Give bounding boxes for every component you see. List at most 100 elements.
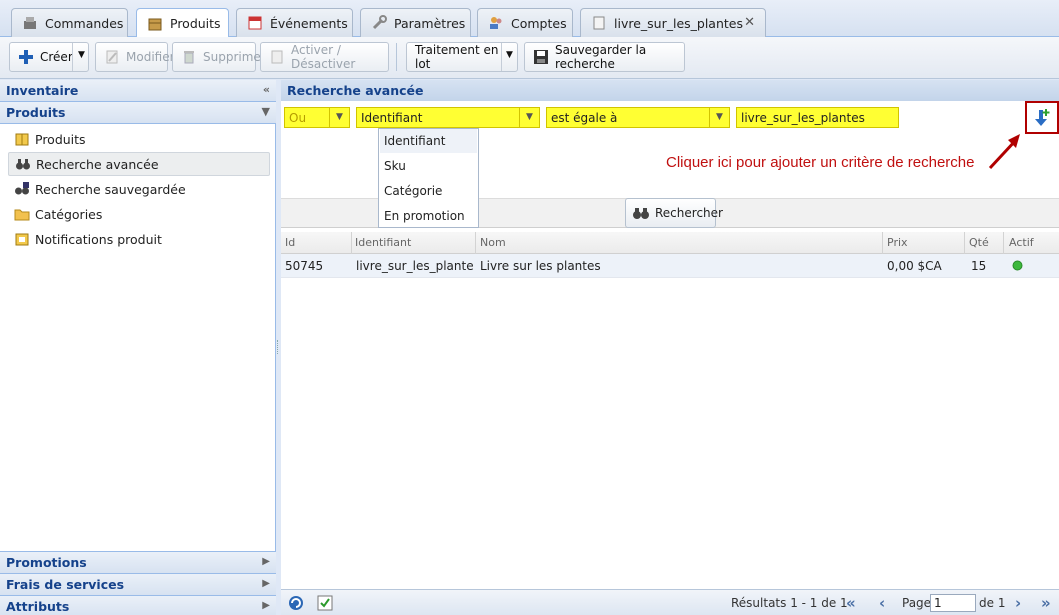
annotation-text: Cliquer ici pour ajouter un critère de r… bbox=[666, 154, 975, 171]
tab-label: Paramètres bbox=[394, 15, 466, 31]
operator-select[interactable]: est égale à ▼ bbox=[546, 107, 730, 128]
saved-search-icon bbox=[14, 181, 30, 197]
toggle-label: Activer / Désactiver bbox=[291, 43, 356, 71]
first-page-icon[interactable]: « bbox=[846, 594, 856, 612]
collapse-left-icon[interactable]: « bbox=[263, 83, 270, 96]
table-row[interactable]: 50745 livre_sur_les_plantes Livre sur le… bbox=[281, 254, 1059, 278]
results-count: Résultats 1 - 1 de 1 bbox=[731, 596, 848, 610]
logic-value: Ou bbox=[289, 111, 307, 125]
accordion-label: Frais de services bbox=[6, 577, 125, 592]
column-divider bbox=[882, 232, 883, 254]
product-icon bbox=[591, 15, 607, 31]
batch-label: Traitement en lot bbox=[415, 43, 499, 71]
tab-evenements[interactable]: Événements bbox=[236, 8, 353, 37]
modify-button[interactable]: Modifier bbox=[95, 42, 175, 72]
next-page-icon[interactable]: › bbox=[1015, 594, 1021, 612]
inventory-header[interactable]: Inventaire « bbox=[0, 80, 276, 102]
page-title: Recherche avancée bbox=[287, 83, 424, 98]
dropdown-option[interactable]: Identifiant bbox=[380, 129, 477, 153]
sidebar-item-produits[interactable]: Produits bbox=[8, 127, 270, 151]
chevron-down-icon[interactable]: ▼ bbox=[78, 50, 85, 60]
column-divider bbox=[351, 232, 352, 254]
sidebar-item-label: Catégories bbox=[35, 206, 103, 222]
left-panel: Inventaire « Produits ▼ Produits Recherc… bbox=[0, 80, 276, 615]
sidebar-item-categories[interactable]: Catégories bbox=[8, 202, 270, 226]
accordion-attributs[interactable]: Attributs ▶ bbox=[0, 595, 276, 615]
chevron-down-icon[interactable]: ▼ bbox=[709, 108, 729, 127]
sidebar-item-label: Recherche sauvegardée bbox=[35, 181, 186, 197]
products-section-header[interactable]: Produits ▼ bbox=[0, 102, 276, 124]
accordion-promotions[interactable]: Promotions ▶ bbox=[0, 551, 276, 573]
toggle-icon bbox=[269, 49, 285, 65]
products-section-title: Produits bbox=[6, 105, 66, 120]
column-header-identifiant[interactable]: Identifiant bbox=[355, 236, 411, 249]
cell-prix: 0,00 $CA bbox=[887, 259, 942, 273]
plus-icon bbox=[18, 49, 34, 65]
tab-commandes[interactable]: Commandes bbox=[11, 8, 128, 37]
box-icon bbox=[14, 131, 30, 147]
cell-nom: Livre sur les plantes bbox=[480, 259, 601, 273]
notification-icon bbox=[14, 231, 30, 247]
logic-select[interactable]: Ou ▼ bbox=[284, 107, 350, 128]
chevron-right-icon: ▶ bbox=[262, 556, 270, 567]
column-header-actif[interactable]: Actif bbox=[1009, 236, 1034, 249]
tab-produits[interactable]: Produits bbox=[136, 8, 229, 38]
tab-comptes[interactable]: Comptes bbox=[477, 8, 573, 37]
previous-page-icon[interactable]: ‹ bbox=[879, 594, 885, 612]
wrench-icon bbox=[371, 15, 387, 31]
close-icon[interactable]: ✕ bbox=[744, 15, 755, 30]
column-header-id[interactable]: Id bbox=[285, 236, 295, 249]
chevron-down-icon[interactable]: ▼ bbox=[262, 105, 270, 118]
accordion-frais-de-services[interactable]: Frais de services ▶ bbox=[0, 573, 276, 595]
chevron-down-icon[interactable]: ▼ bbox=[519, 108, 539, 127]
column-header-nom[interactable]: Nom bbox=[480, 236, 506, 249]
delete-button[interactable]: Supprimer bbox=[172, 42, 266, 72]
sidebar-item-label: Produits bbox=[35, 131, 86, 147]
panel-splitter[interactable] bbox=[277, 340, 280, 354]
add-criteria-button[interactable] bbox=[1025, 101, 1059, 134]
cell-id: 50745 bbox=[285, 259, 324, 273]
toolbar-separator bbox=[396, 43, 397, 71]
value-input[interactable]: livre_sur_les_plantes bbox=[736, 107, 899, 128]
edit-icon bbox=[104, 49, 120, 65]
tab-parametres[interactable]: Paramètres bbox=[360, 8, 471, 37]
create-label: Créer bbox=[40, 50, 73, 64]
accordion-label: Promotions bbox=[6, 555, 87, 570]
tab-livre-sur-les-plantes[interactable]: livre_sur_les_plantes ✕ bbox=[580, 8, 766, 37]
column-divider bbox=[475, 232, 476, 254]
sidebar-item-recherche-sauvegardee[interactable]: Recherche sauvegardée bbox=[8, 177, 270, 201]
field-dropdown-list: Identifiant Sku Catégorie En promotion bbox=[378, 128, 479, 228]
sidebar-item-notifications[interactable]: Notifications produit bbox=[8, 227, 270, 251]
dropdown-option[interactable]: En promotion bbox=[380, 204, 477, 228]
last-page-icon[interactable]: » bbox=[1041, 594, 1051, 612]
field-select[interactable]: Identifiant ▼ bbox=[356, 107, 540, 128]
chevron-right-icon: ▶ bbox=[262, 600, 270, 611]
search-button[interactable]: Rechercher bbox=[625, 198, 723, 228]
field-value: Identifiant bbox=[361, 111, 423, 125]
column-header-qte[interactable]: Qté bbox=[969, 236, 989, 249]
checklist-icon[interactable] bbox=[317, 595, 333, 614]
toolbar: Créer ▼ Modifier Supprimer Activer / Dés… bbox=[0, 37, 1059, 79]
column-header-prix[interactable]: Prix bbox=[887, 236, 908, 249]
page-number-input[interactable]: 1 bbox=[930, 594, 976, 612]
cell-identifiant: livre_sur_les_plantes bbox=[356, 259, 473, 273]
binoculars-icon bbox=[15, 156, 31, 172]
page-label: Page bbox=[902, 596, 932, 610]
register-icon bbox=[22, 15, 38, 31]
chevron-down-icon[interactable]: ▼ bbox=[329, 108, 349, 127]
tab-label: Commandes bbox=[45, 15, 124, 31]
batch-button[interactable]: Traitement en lot ▼ bbox=[406, 42, 518, 72]
save-search-button[interactable]: Sauvegarder la recherche bbox=[524, 42, 685, 72]
trash-icon bbox=[181, 49, 197, 65]
dropdown-option[interactable]: Sku bbox=[380, 154, 477, 178]
modify-label: Modifier bbox=[126, 50, 175, 64]
dropdown-option[interactable]: Catégorie bbox=[380, 179, 477, 203]
sidebar-item-recherche-avancee[interactable]: Recherche avancée bbox=[8, 152, 270, 176]
inventory-title: Inventaire bbox=[6, 83, 79, 98]
active-status-icon bbox=[1012, 260, 1024, 272]
grid-header: Id Identifiant Nom Prix Qté Actif bbox=[281, 232, 1059, 254]
chevron-down-icon[interactable]: ▼ bbox=[506, 50, 513, 60]
create-button[interactable]: Créer ▼ bbox=[9, 42, 89, 72]
refresh-icon[interactable] bbox=[287, 594, 305, 615]
toggle-active-button[interactable]: Activer / Désactiver bbox=[260, 42, 389, 72]
